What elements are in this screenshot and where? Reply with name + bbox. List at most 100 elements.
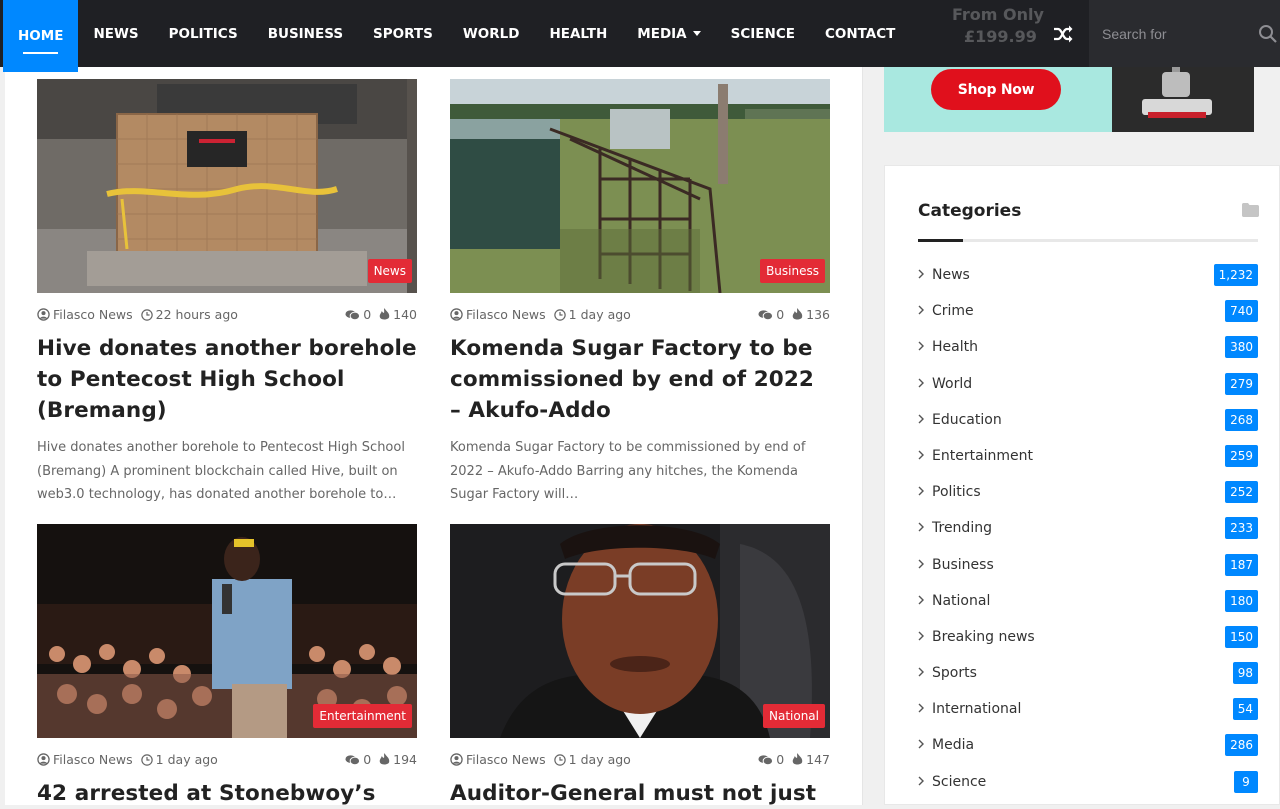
category-count: 180: [1225, 589, 1258, 612]
chevron-right-icon: [918, 269, 924, 279]
category-label: Health: [932, 339, 978, 356]
post-thumbnail[interactable]: National: [450, 524, 830, 738]
nav-item-science[interactable]: SCIENCE: [716, 0, 810, 67]
category-label: Business: [932, 556, 994, 573]
views-count: 136: [806, 307, 830, 322]
category-item-science[interactable]: Science 9: [918, 765, 1258, 801]
search-input[interactable]: [1089, 25, 1249, 42]
category-item-news[interactable]: News 1,232: [918, 258, 1258, 294]
category-item-politics[interactable]: Politics 252: [918, 475, 1258, 511]
nav-item-contact[interactable]: CONTACT: [810, 0, 910, 67]
post-title[interactable]: Hive donates another borehole to Penteco…: [37, 333, 417, 426]
chevron-right-icon: [918, 739, 924, 749]
nav-item-label: WORLD: [462, 25, 520, 42]
category-item-entertainment[interactable]: Entertainment 259: [918, 439, 1258, 475]
post-thumbnail[interactable]: Entertainment: [37, 524, 417, 738]
author-name[interactable]: Filasco News: [53, 752, 133, 767]
category-badge[interactable]: National: [762, 704, 825, 728]
chevron-right-icon: [918, 667, 924, 677]
comments-icon: [345, 754, 361, 765]
category-label: News: [932, 267, 970, 283]
category-item-business[interactable]: Business 187: [918, 548, 1258, 584]
category-label: Entertainment: [932, 447, 1034, 464]
category-badge[interactable]: Business: [760, 259, 825, 283]
comments-count[interactable]: 0: [363, 307, 371, 322]
category-count: 259: [1225, 444, 1258, 467]
chevron-right-icon: [918, 631, 924, 641]
category-count: 252: [1225, 481, 1258, 504]
vacuum-cleaner-image: [1112, 67, 1254, 132]
chevron-right-icon: [918, 776, 924, 786]
category-item-crime[interactable]: Crime 740: [918, 294, 1258, 330]
post-thumbnail[interactable]: Business: [450, 79, 830, 293]
author-icon: [450, 753, 463, 766]
comments-count[interactable]: 0: [776, 307, 784, 322]
post-card: Entertainment Filasco News 1 day ago 0 1…: [37, 524, 417, 809]
widget-divider: [918, 239, 1258, 242]
category-label: Media: [932, 737, 975, 754]
author-icon: [450, 308, 463, 321]
post-meta: Filasco News 1 day ago 0 194: [37, 750, 417, 772]
chevron-right-icon: [918, 305, 924, 315]
category-item-world[interactable]: World 279: [918, 367, 1258, 403]
random-article-button[interactable]: [1040, 0, 1085, 67]
nav-item-news[interactable]: NEWS: [78, 0, 153, 67]
clock-icon: [140, 753, 153, 766]
nav-item-label: POLITICS: [168, 25, 238, 42]
post-image: [37, 79, 417, 293]
category-count: 233: [1225, 517, 1258, 540]
views-count: 147: [806, 752, 830, 767]
category-count: 380: [1225, 336, 1258, 359]
category-count: 286: [1225, 734, 1258, 757]
category-item-sports[interactable]: Sports 98: [918, 656, 1258, 692]
post-title[interactable]: Komenda Sugar Factory to be commissioned…: [450, 333, 830, 426]
category-item-international[interactable]: International 54: [918, 692, 1258, 728]
category-count: 268: [1225, 408, 1258, 431]
nav-item-health[interactable]: HEALTH: [534, 0, 622, 67]
nav-menu: HOME NEWS POLITICS BUSINESS SPORTS WORLD…: [0, 0, 910, 72]
post-thumbnail[interactable]: News: [37, 79, 417, 293]
category-item-media[interactable]: Media 286: [918, 728, 1258, 764]
category-label: World: [932, 375, 973, 392]
category-item-national[interactable]: National 180: [918, 584, 1258, 620]
author-name[interactable]: Filasco News: [53, 307, 133, 322]
nav-item-politics[interactable]: POLITICS: [154, 0, 253, 67]
category-badge[interactable]: News: [367, 259, 412, 283]
post-title[interactable]: 42 arrested at Stonebwoy’s: [37, 778, 417, 809]
nav-item-sports[interactable]: SPORTS: [358, 0, 448, 67]
category-item-education[interactable]: Education 268: [918, 403, 1258, 439]
category-badge[interactable]: Entertainment: [313, 704, 412, 728]
nav-item-media[interactable]: MEDIA: [622, 0, 715, 67]
fire-icon: [792, 308, 803, 320]
author-name[interactable]: Filasco News: [466, 307, 546, 322]
views-count: 140: [393, 307, 417, 322]
category-count: 98: [1232, 662, 1258, 685]
category-item-health[interactable]: Health 380: [918, 330, 1258, 366]
post-card: National Filasco News 1 day ago 0 147 Au…: [450, 524, 830, 809]
category-item-trending[interactable]: Trending 233: [918, 511, 1258, 547]
shop-now-button[interactable]: Shop Now: [931, 69, 1061, 110]
main-content: News Filasco News 22 hours ago 0 140 Hiv…: [5, 67, 863, 806]
post-title[interactable]: Auditor-General must not just: [450, 778, 830, 809]
chevron-right-icon: [918, 522, 924, 532]
comments-count[interactable]: 0: [776, 752, 784, 767]
sidebar-ad-banner[interactable]: Shop Now: [884, 67, 1254, 132]
post-time: 1 day ago: [568, 752, 631, 767]
category-label: Crime: [932, 303, 974, 320]
chevron-right-icon: [918, 703, 924, 713]
nav-item-world[interactable]: WORLD: [448, 0, 535, 67]
search-icon[interactable]: [1258, 24, 1278, 44]
nav-item-label: SCIENCE: [730, 25, 795, 42]
nav-item-label: SPORTS: [373, 25, 433, 42]
post-meta: Filasco News 1 day ago 0 147: [450, 750, 830, 772]
chevron-right-icon: [918, 595, 924, 605]
top-navigation-bar: HOME NEWS POLITICS BUSINESS SPORTS WORLD…: [0, 0, 1280, 72]
clock-icon: [553, 308, 566, 321]
category-label: Politics: [932, 484, 981, 501]
post-excerpt: Komenda Sugar Factory to be commissioned…: [450, 440, 806, 502]
comments-count[interactable]: 0: [363, 752, 371, 767]
category-item-breaking-news[interactable]: Breaking news 150: [918, 620, 1258, 656]
nav-item-home[interactable]: HOME: [3, 0, 79, 72]
author-name[interactable]: Filasco News: [466, 752, 546, 767]
nav-item-business[interactable]: BUSINESS: [253, 0, 358, 67]
